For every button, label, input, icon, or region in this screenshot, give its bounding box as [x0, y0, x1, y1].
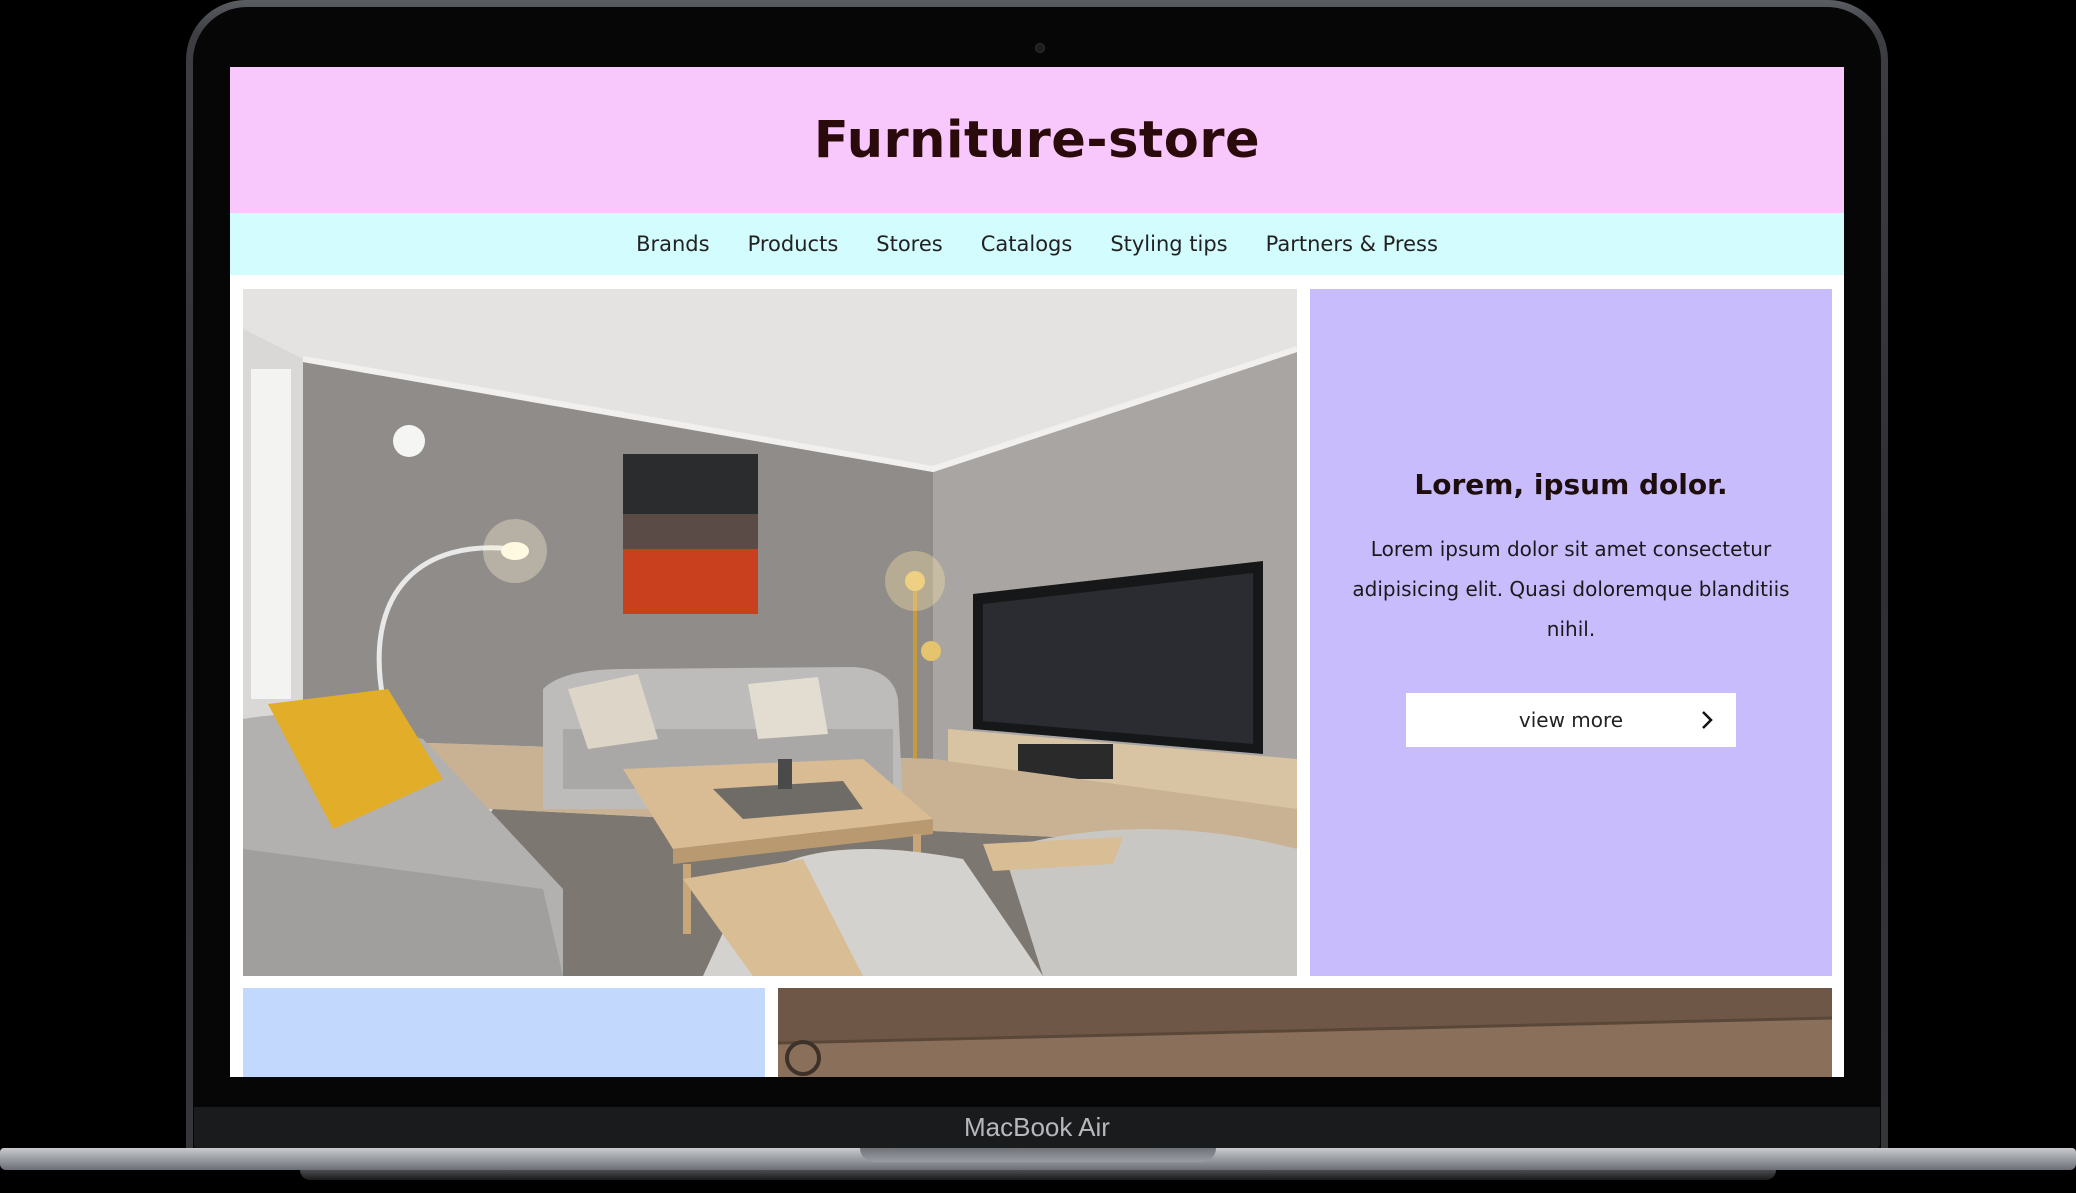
card-text: Lorem ipsum dolor sit amet consectetur a… [1352, 537, 1790, 641]
card-title: Lorem, ipsum dolor. [1414, 468, 1728, 501]
nav-item-styling-tips[interactable]: Styling tips [1110, 232, 1227, 256]
laptop-foot [300, 1170, 1776, 1180]
view-more-button[interactable]: view more [1406, 693, 1736, 747]
secondary-tile [243, 988, 765, 1077]
nav-item-partners-press[interactable]: Partners & Press [1266, 232, 1438, 256]
device-mockup: Furniture-store Brands Products Stores C… [0, 0, 2076, 1193]
view-more-label: view more [1518, 708, 1624, 732]
secondary-row [243, 988, 1832, 1077]
hero-section: Lorem, ipsum dolor. Lorem ipsum dolor si… [243, 289, 1832, 976]
laptop-chin: MacBook Air [194, 1107, 1880, 1150]
nav-item-brands[interactable]: Brands [636, 232, 710, 256]
living-room-illustration [243, 289, 1297, 976]
main-nav: Brands Products Stores Catalogs Styling … [230, 213, 1844, 275]
site-title: Furniture-store [813, 110, 1261, 170]
browser-viewport: Furniture-store Brands Products Stores C… [230, 67, 1844, 1077]
nav-item-catalogs[interactable]: Catalogs [981, 232, 1073, 256]
nav-item-stores[interactable]: Stores [876, 232, 942, 256]
device-label: MacBook Air [964, 1112, 1110, 1142]
promo-card: Lorem, ipsum dolor. Lorem ipsum dolor si… [1310, 289, 1832, 976]
nav-item-products[interactable]: Products [748, 232, 839, 256]
laptop-notch [860, 1148, 1216, 1162]
chevron-right-icon [1702, 711, 1713, 729]
living-room-photo [243, 289, 1297, 976]
camera-icon [1035, 43, 1045, 53]
site-header: Furniture-store [230, 67, 1844, 213]
textured-wall-illustration [778, 988, 1832, 1077]
secondary-photo [778, 988, 1832, 1077]
